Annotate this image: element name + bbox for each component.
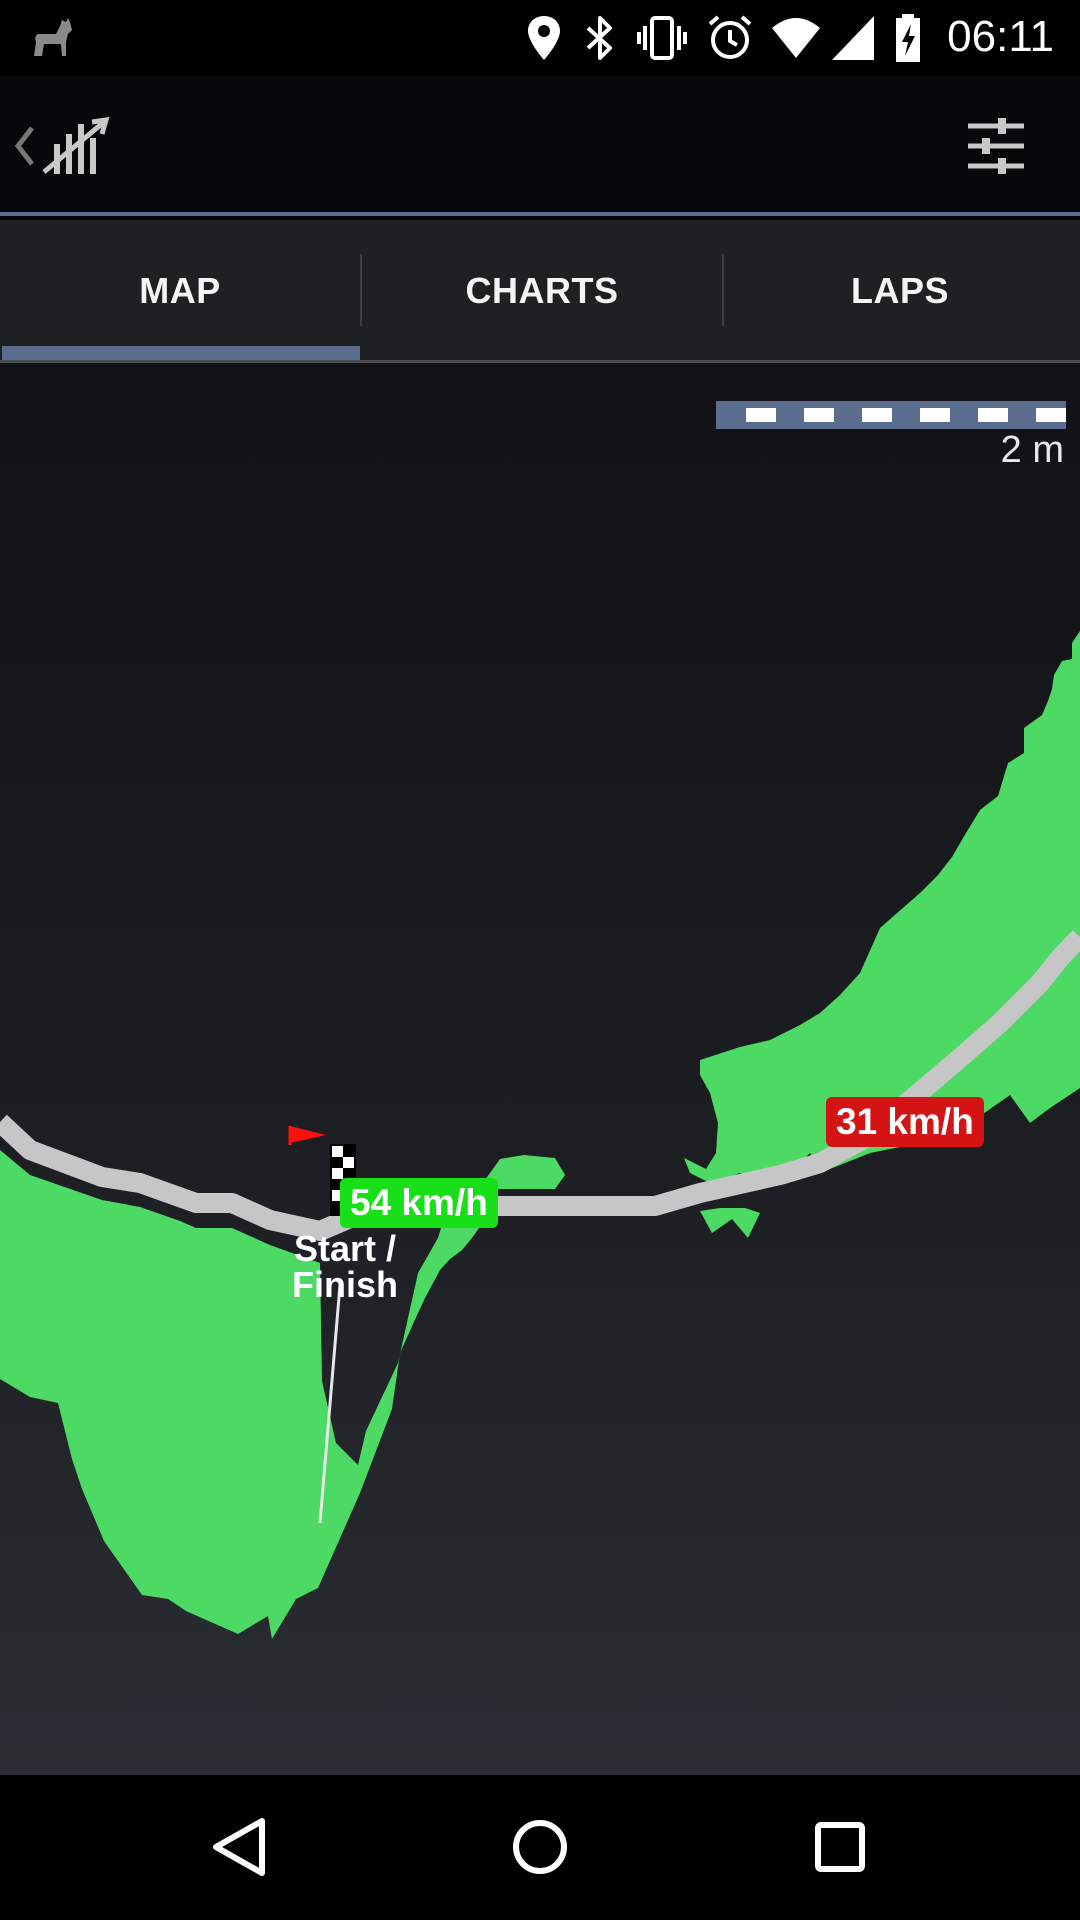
bluetooth-icon xyxy=(586,16,612,60)
home-circle-icon[interactable] xyxy=(490,1797,590,1897)
selected-tab-indicator xyxy=(2,346,360,360)
clock: 06:11 xyxy=(947,12,1054,61)
alarm-icon xyxy=(708,15,752,59)
speed-area-overlap xyxy=(700,1208,760,1238)
tab-label: MAP xyxy=(139,270,221,311)
vibrate-icon xyxy=(637,16,687,60)
app-notification-icon xyxy=(34,18,72,56)
tab-laps[interactable]: LAPS xyxy=(720,220,1080,362)
tab-map[interactable]: MAP xyxy=(0,220,360,362)
back-chevron-icon xyxy=(14,126,34,166)
wifi-icon xyxy=(772,18,820,58)
start-finish-label: Start / Finish xyxy=(286,1231,404,1303)
settings-sliders-icon[interactable] xyxy=(964,114,1028,178)
tab-bar: MAP CHARTS LAPS xyxy=(0,220,1080,362)
track-svg xyxy=(0,631,1080,1639)
min-speed-badge: 31 km/h xyxy=(826,1097,984,1147)
max-speed-badge: 54 km/h xyxy=(340,1178,498,1228)
start-finish-label-line2: Finish xyxy=(292,1264,398,1305)
battery-charging-icon xyxy=(896,14,920,62)
track-map[interactable]: 2 m 54 km/h 31 km/h Start / Finish xyxy=(0,363,1080,1775)
navigation-bar xyxy=(0,1775,1080,1920)
tab-charts[interactable]: CHARTS xyxy=(362,220,722,362)
screen: 06:11 MAP CHARTS LAPS 2 m 54 km/h 31 km/… xyxy=(0,0,1080,1920)
tab-label: LAPS xyxy=(850,270,949,311)
flag-icon xyxy=(290,1126,326,1143)
location-icon xyxy=(528,16,560,60)
up-navigation[interactable] xyxy=(8,96,118,196)
action-bar xyxy=(0,76,1080,216)
action-bar-divider xyxy=(0,212,1080,216)
recents-square-icon[interactable] xyxy=(790,1797,890,1897)
start-finish-label-line1: Start / xyxy=(293,1228,397,1269)
app-logo-icon xyxy=(42,116,110,174)
back-triangle-icon[interactable] xyxy=(190,1797,290,1897)
status-bar: 06:11 xyxy=(0,0,1080,76)
cell-signal-icon xyxy=(832,16,874,60)
tab-label: CHARTS xyxy=(465,270,619,311)
